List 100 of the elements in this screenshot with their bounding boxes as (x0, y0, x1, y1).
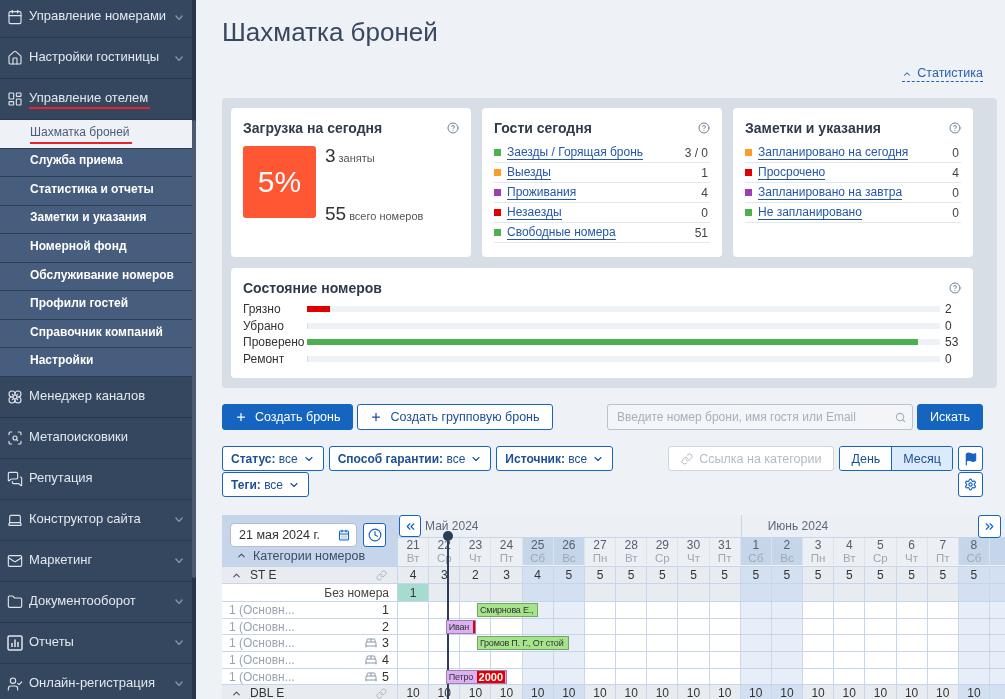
weekday-label: Пт (935, 551, 950, 565)
sidebar-subitem[interactable]: Шахматка броней (0, 120, 192, 149)
day-cell (616, 584, 648, 602)
user-check-icon (7, 675, 23, 692)
sidebar-subitem[interactable]: Справочник компаний (0, 319, 192, 349)
plus-icon (370, 411, 383, 423)
sidebar-subitem[interactable]: Обслуживание номеров (0, 262, 192, 292)
create-group-booking-button[interactable]: Создать групповую бронь (357, 404, 553, 430)
scrollbar[interactable] (192, 0, 196, 699)
stat-link[interactable]: Запланировано на завтра (758, 185, 903, 200)
availability-count: 10 (553, 685, 585, 699)
booking-bar[interactable]: Петро 2000 (445, 669, 508, 684)
weekday-label: Ср (873, 551, 888, 565)
day-cell (522, 584, 554, 602)
availability-count: 10 (491, 685, 523, 699)
day-cell (491, 584, 523, 602)
availability-count: 4 (522, 567, 554, 584)
status-label: Убрано (243, 318, 285, 333)
guest-name: Громов П. Г., От стой (479, 638, 564, 649)
filter-dropdown[interactable]: Теги: все (222, 472, 310, 497)
day-cell (927, 584, 959, 602)
stat-link[interactable]: Выезды (507, 165, 551, 180)
room-timeline[interactable]: Смирнова Е., (398, 602, 1005, 619)
search-button[interactable]: Искать (917, 404, 983, 430)
category-name: ST E (250, 568, 277, 582)
availability-count: 3 (491, 567, 523, 584)
availability-count: 5 (678, 567, 710, 584)
sidebar-subitem[interactable]: Профили гостей (0, 291, 192, 320)
weekday-label: Вт (624, 551, 638, 565)
filter-dropdown[interactable]: Способ гарантии: все (328, 446, 492, 471)
availability-count: 3 (429, 567, 461, 584)
clock-button[interactable] (363, 523, 386, 547)
booking-bar[interactable]: Иван (445, 619, 476, 634)
link-icon[interactable] (376, 569, 387, 581)
stat-link[interactable]: Не запланировано (758, 205, 862, 220)
clock-icon (367, 528, 382, 542)
double-chevron-right-icon (983, 520, 996, 533)
status-label: Проверено (243, 335, 306, 350)
availability-count: 5 (803, 567, 835, 584)
room-timeline[interactable] (398, 652, 1005, 669)
statistics-toggle[interactable]: Статистика (902, 66, 983, 82)
booking-bar[interactable]: Смирнова Е., (476, 603, 539, 617)
weekday-label: Чт (905, 551, 919, 565)
day-number: 2 (783, 538, 791, 552)
room-timeline[interactable]: Громов П. Г., От стой (398, 635, 1005, 653)
availability-count: 10 (740, 685, 772, 699)
day-cell (647, 584, 679, 602)
stat-link[interactable]: Просрочено (758, 165, 826, 180)
guest-name: Петро (448, 671, 474, 682)
day-cell (709, 584, 741, 602)
stat-link[interactable]: Свободные номера (507, 225, 616, 240)
stat-link[interactable]: Проживания (507, 185, 577, 200)
flag-button[interactable] (958, 446, 983, 471)
sidebar-subitem[interactable]: Настройки (0, 348, 192, 377)
guest-name: Смирнова Е., (479, 605, 534, 615)
link-icon[interactable] (376, 687, 387, 699)
view-tab[interactable]: Месяц (891, 447, 952, 470)
day-cell (584, 584, 617, 602)
help-icon[interactable] (949, 282, 961, 294)
availability-count: 10 (927, 685, 959, 699)
stat-link[interactable]: Незаезды (507, 205, 562, 220)
flag-icon (963, 451, 978, 466)
availability-count: 10 (709, 685, 741, 699)
filter-dropdown[interactable]: Источник: все (496, 446, 614, 471)
stat-link[interactable]: Запланировано на сегодня (758, 145, 909, 160)
filter-dropdown[interactable]: Статус: все (222, 446, 324, 471)
help-icon[interactable] (949, 122, 961, 134)
settings-button[interactable] (958, 472, 983, 497)
availability-count: 10 (616, 685, 648, 699)
status-count: 0 (945, 352, 953, 367)
unassigned-count[interactable]: 1 (398, 584, 430, 602)
day-cell (803, 584, 835, 602)
day-cell (834, 584, 866, 602)
weekday-label: Пт (499, 551, 514, 565)
occupied-label: заняты (338, 152, 375, 164)
sidebar-subitem[interactable]: Заметки и указания (0, 205, 192, 235)
sidebar-subitem[interactable]: Служба приема (0, 148, 192, 178)
view-tab[interactable]: День (840, 447, 892, 470)
sidebar-subitem[interactable]: Номерной фонд (0, 234, 192, 263)
create-booking-button[interactable]: Создать бронь (222, 404, 354, 430)
day-number: 26 (562, 538, 576, 552)
next-button[interactable] (978, 515, 1001, 538)
booking-bar[interactable]: Громов П. Г., От стой (476, 636, 570, 651)
envelope-icon (7, 552, 23, 569)
help-icon[interactable] (698, 122, 710, 134)
search-field[interactable]: Введите номер брони, имя гостя или Email (607, 404, 914, 430)
date-field[interactable]: 21 мая 2024 г. (230, 523, 357, 547)
day-number: 28 (624, 538, 638, 552)
categories-toggle[interactable]: Категории номеров (230, 549, 366, 562)
availability-count: 5 (616, 567, 648, 584)
sidebar-subitem[interactable]: Статистика и отчеты (0, 177, 192, 206)
help-icon[interactable] (447, 122, 459, 134)
stat-value: 4 (952, 165, 959, 180)
day-number: 30 (686, 538, 701, 552)
stat-link[interactable]: Заезды / Горящая бронь (507, 145, 644, 160)
status-count: 2 (945, 302, 953, 317)
availability-count: 5 (927, 567, 959, 584)
previous-button[interactable] (399, 515, 421, 537)
room-number: 2 (382, 619, 389, 634)
day-cell (678, 584, 710, 602)
